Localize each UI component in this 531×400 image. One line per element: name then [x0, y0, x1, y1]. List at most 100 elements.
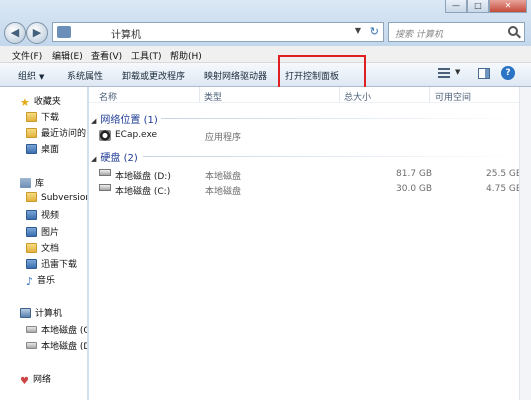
- nav-item-music[interactable]: ♪ 音乐: [26, 273, 56, 288]
- nav-network[interactable]: ♥ 网络: [20, 372, 51, 387]
- nav-favorites[interactable]: ★ 收藏夹: [20, 94, 61, 109]
- item-free-space: 4.75 GB: [486, 184, 523, 194]
- menu-view[interactable]: 查看(V): [91, 49, 122, 62]
- item-type: 本地磁盘: [205, 172, 242, 182]
- help-icon[interactable]: ?: [501, 66, 515, 80]
- chevron-down-icon: ▼: [39, 73, 45, 81]
- group-divider: [161, 118, 521, 119]
- item-free-space: 25.5 GB: [486, 169, 523, 179]
- organize-label: 组织: [18, 72, 37, 82]
- folder-icon: [26, 128, 37, 138]
- group-label: 硬盘 (2): [100, 153, 138, 164]
- group-divider: [143, 156, 521, 157]
- nav-label: 迅雷下载: [41, 260, 78, 270]
- menu-edit[interactable]: 编辑(E): [52, 49, 83, 62]
- system-properties-button[interactable]: 系统属性: [67, 69, 103, 82]
- item-name: 本地磁盘 (D:): [115, 172, 171, 182]
- column-separator[interactable]: [339, 87, 340, 102]
- nav-label: 本地磁盘 (D: [41, 342, 88, 352]
- search-placeholder: 搜索 计算机: [395, 30, 443, 40]
- header-divider: [89, 102, 531, 103]
- close-button[interactable]: ✕: [489, 0, 527, 13]
- item-type: 应用程序: [205, 133, 242, 143]
- item-name: 本地磁盘 (C:): [115, 187, 171, 197]
- file-list: 名称 类型 总大小 可用空间 ◢ 网络位置 (1) ECap.exe 应用程序 ◢…: [89, 87, 531, 400]
- nav-item-recent[interactable]: 最近访问的: [26, 126, 86, 140]
- nav-label: 收藏夹: [33, 97, 61, 107]
- folder-icon: [26, 192, 37, 202]
- nav-label: 文档: [41, 244, 60, 254]
- nav-label: 网络: [32, 375, 51, 385]
- picture-icon: [26, 227, 37, 237]
- nav-item-pictures[interactable]: 图片: [26, 225, 59, 239]
- music-icon: ♪: [26, 275, 34, 288]
- nav-computer[interactable]: 计算机: [20, 306, 62, 320]
- map-network-drive-button[interactable]: 映射网络驱动器: [204, 69, 267, 82]
- address-bar[interactable]: 计算机 ▼ ↻: [52, 22, 384, 42]
- group-hard-disks[interactable]: ◢ 硬盘 (2): [91, 149, 138, 164]
- organize-button[interactable]: 组织 ▼: [18, 69, 44, 82]
- nav-label: Subversion: [41, 193, 88, 203]
- item-total-size: 30.0 GB: [396, 184, 433, 194]
- nav-item-videos[interactable]: 视频: [26, 208, 59, 222]
- drive-icon: [99, 169, 111, 176]
- forward-button[interactable]: ▶: [26, 22, 48, 44]
- nav-item-documents[interactable]: 文档: [26, 241, 59, 255]
- minimize-button[interactable]: —: [445, 0, 467, 13]
- nav-item-thunder-downloads[interactable]: 迅雷下载: [26, 257, 77, 271]
- nav-label: 计算机: [35, 309, 63, 319]
- list-item[interactable]: 本地磁盘 (D:) 本地磁盘 81.7 GB 25.5 GB: [99, 168, 523, 182]
- nav-item-downloads[interactable]: 下载: [26, 110, 59, 124]
- view-options-icon[interactable]: [438, 68, 450, 78]
- network-icon: ♥: [20, 376, 29, 387]
- drive-icon: [26, 326, 37, 333]
- nav-label: 图片: [41, 228, 60, 238]
- nav-item-drive-d[interactable]: 本地磁盘 (D: [26, 339, 88, 353]
- folder-icon: [26, 112, 37, 122]
- preview-pane-icon[interactable]: [478, 68, 490, 79]
- nav-label: 本地磁盘 (C: [41, 326, 88, 336]
- computer-icon: [20, 308, 31, 318]
- refresh-icon[interactable]: ↻: [370, 25, 379, 38]
- drive-icon: [99, 184, 111, 191]
- uninstall-program-button[interactable]: 卸载或更改程序: [122, 69, 185, 82]
- search-icon[interactable]: [508, 26, 518, 36]
- chevron-down-icon[interactable]: ▼: [355, 26, 361, 35]
- collapse-icon[interactable]: ◢: [91, 155, 96, 163]
- drive-icon: [26, 342, 37, 349]
- app-icon: [99, 130, 111, 141]
- chevron-down-icon[interactable]: ▼: [455, 68, 460, 76]
- column-separator[interactable]: [429, 87, 430, 102]
- nav-libraries[interactable]: 库: [20, 176, 44, 190]
- column-separator[interactable]: [199, 87, 200, 102]
- group-label: 网络位置 (1): [100, 115, 158, 126]
- item-name: ECap.exe: [115, 130, 158, 140]
- group-network-location[interactable]: ◢ 网络位置 (1): [91, 111, 158, 126]
- search-input[interactable]: 搜索 计算机: [388, 22, 525, 42]
- star-icon: ★: [20, 96, 30, 109]
- collapse-icon[interactable]: ◢: [91, 117, 96, 125]
- nav-item-desktop[interactable]: 桌面: [26, 142, 59, 156]
- vertical-scrollbar[interactable]: [519, 87, 531, 400]
- title-bar: — □ ✕ ◀ ▶ 计算机 ▼ ↻ 搜索 计算机: [0, 0, 531, 46]
- nav-item-subversion[interactable]: Subversion: [26, 192, 88, 206]
- item-total-size: 81.7 GB: [396, 169, 433, 179]
- folder-icon: [26, 259, 37, 269]
- command-bar: 组织 ▼ 系统属性 卸载或更改程序 映射网络驱动器 打开控制面板: [0, 63, 531, 87]
- menu-help[interactable]: 帮助(H): [170, 49, 202, 62]
- computer-icon: [57, 26, 71, 38]
- maximize-button[interactable]: □: [467, 0, 489, 13]
- item-type: 本地磁盘: [205, 187, 242, 197]
- list-item[interactable]: 本地磁盘 (C:) 本地磁盘 30.0 GB 4.75 GB: [99, 183, 523, 197]
- list-item[interactable]: ECap.exe 应用程序: [99, 129, 519, 143]
- video-icon: [26, 210, 37, 220]
- menu-file[interactable]: 文件(F): [12, 49, 42, 62]
- back-button[interactable]: ◀: [4, 22, 26, 44]
- nav-label: 视频: [41, 211, 60, 221]
- navigation-pane: ★ 收藏夹 下载 最近访问的 桌面 库 Subversion 视频 图片 文档 迅…: [0, 87, 88, 400]
- menu-tools[interactable]: 工具(T): [131, 49, 162, 62]
- desktop-icon: [26, 144, 37, 154]
- nav-item-drive-c[interactable]: 本地磁盘 (C: [26, 323, 88, 337]
- document-icon: [26, 243, 37, 253]
- nav-label: 音乐: [37, 276, 56, 286]
